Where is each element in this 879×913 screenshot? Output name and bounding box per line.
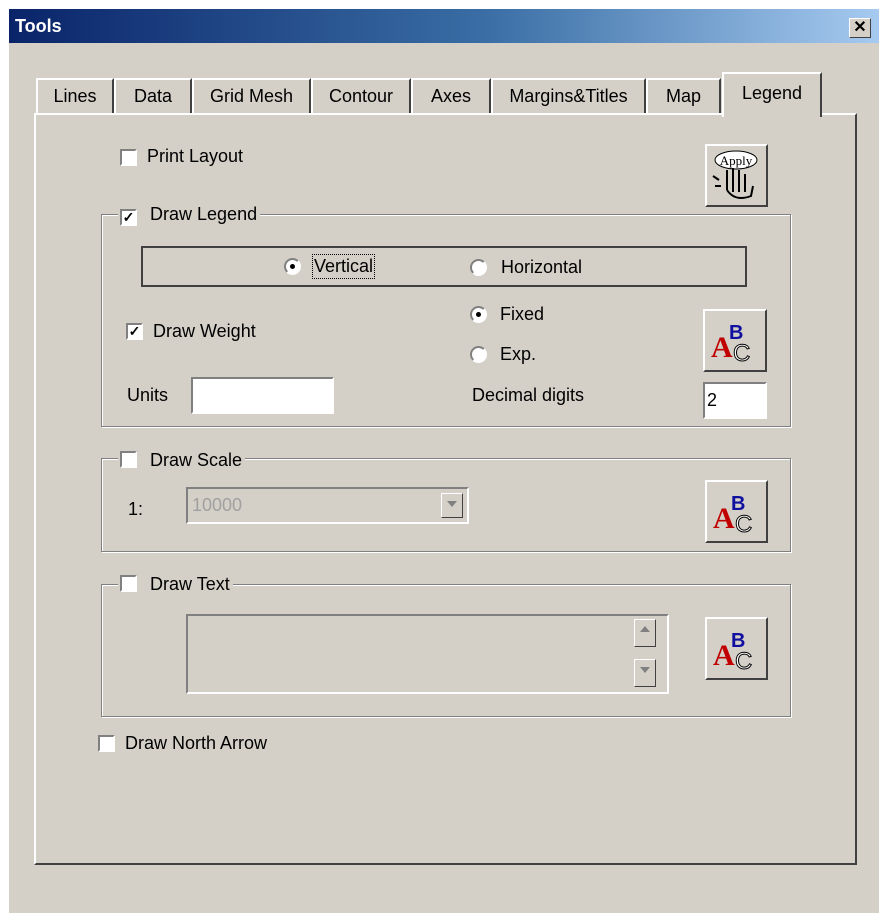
draw-legend-checkbox[interactable]: ✓ <box>120 209 137 226</box>
horizontal-radio[interactable] <box>470 259 487 276</box>
font-abc-icon: A B C <box>713 493 753 539</box>
tab-label: Grid Mesh <box>209 86 294 106</box>
tab-grid-mesh[interactable]: Grid Mesh <box>192 78 311 115</box>
exp-radio[interactable] <box>470 346 487 363</box>
chevron-down-icon <box>640 667 650 673</box>
draw-legend-label: Draw Legend <box>150 204 258 224</box>
draw-weight-checkbox[interactable]: ✓ <box>126 323 143 340</box>
tab-contour[interactable]: Contour <box>311 78 411 115</box>
tab-label: Margins&Titles <box>509 86 628 106</box>
draw-scale-checkbox[interactable] <box>120 451 137 468</box>
decimal-digits-label: Decimal digits <box>472 385 585 405</box>
scale-font-button[interactable]: A B C <box>705 480 768 543</box>
chevron-up-icon <box>640 626 650 632</box>
tab-axes[interactable]: Axes <box>411 78 491 115</box>
radio-dot <box>290 264 295 269</box>
draw-text-header: Draw Text <box>118 574 233 595</box>
close-button[interactable]: ✕ <box>849 18 871 38</box>
tab-label: Contour <box>328 86 394 106</box>
tab-data[interactable]: Data <box>114 78 192 115</box>
draw-scale-header: Draw Scale <box>118 450 246 471</box>
tab-label: Axes <box>430 86 472 106</box>
draw-text-area[interactable] <box>186 614 669 694</box>
print-layout-checkbox[interactable] <box>120 149 137 166</box>
orientation-box <box>141 246 747 287</box>
fixed-label: Fixed <box>500 304 545 324</box>
svg-text:C: C <box>735 511 752 538</box>
tab-label: Data <box>133 86 173 106</box>
units-input[interactable] <box>191 377 334 414</box>
apply-button[interactable]: Apply <box>705 144 768 207</box>
svg-text:C: C <box>735 648 752 675</box>
scroll-down-button[interactable] <box>634 659 656 687</box>
text-font-button[interactable]: A B C <box>705 617 768 680</box>
tab-label: Legend <box>741 83 803 103</box>
print-layout-label: Print Layout <box>147 146 244 166</box>
vertical-label: Vertical <box>311 254 376 279</box>
tab-map[interactable]: Map <box>646 78 721 115</box>
tab-label: Map <box>665 86 701 106</box>
apply-icon-text: Apply <box>720 153 753 168</box>
decimal-digits-input[interactable]: 2 <box>703 382 767 419</box>
tab-lines[interactable]: Lines <box>36 78 114 115</box>
scale-select[interactable]: 10000 <box>186 487 469 524</box>
vertical-radio[interactable] <box>284 258 301 275</box>
tools-dialog: Tools ✕ Lines Data Grid Mesh Contour Axe… <box>9 9 879 913</box>
scale-dropdown-button[interactable] <box>441 493 463 518</box>
tab-margins-titles[interactable]: Margins&Titles <box>491 78 646 115</box>
horizontal-label: Horizontal <box>501 257 583 277</box>
tab-legend[interactable]: Legend <box>722 72 822 117</box>
window-title: Tools <box>15 16 62 36</box>
chevron-down-icon <box>447 501 457 507</box>
draw-legend-header: ✓ Draw Legend <box>118 204 261 226</box>
draw-text-checkbox[interactable] <box>120 575 137 592</box>
svg-text:C: C <box>733 340 750 367</box>
title-bar[interactable]: Tools ✕ <box>9 9 879 43</box>
draw-scale-label: Draw Scale <box>150 450 243 470</box>
font-abc-icon: A B C <box>713 630 753 676</box>
draw-north-arrow-checkbox[interactable] <box>98 735 115 752</box>
font-abc-icon: A B C <box>711 322 751 368</box>
draw-north-arrow-label: Draw North Arrow <box>125 733 268 753</box>
tab-label: Lines <box>53 86 97 106</box>
units-value <box>193 385 197 405</box>
exp-label: Exp. <box>500 344 537 364</box>
apply-hand-icon: Apply <box>707 146 766 205</box>
draw-text-label: Draw Text <box>150 574 230 594</box>
close-icon: ✕ <box>853 19 867 36</box>
scale-value: 10000 <box>192 495 243 515</box>
draw-weight-label: Draw Weight <box>153 321 256 341</box>
legend-font-button[interactable]: A B C <box>703 309 767 372</box>
scale-ratio-prefix: 1: <box>128 499 144 519</box>
radio-dot <box>476 312 481 317</box>
scroll-up-button[interactable] <box>634 619 656 647</box>
units-label: Units <box>127 385 169 405</box>
fixed-radio[interactable] <box>470 306 487 323</box>
decimal-digits-value: 2 <box>707 390 718 410</box>
